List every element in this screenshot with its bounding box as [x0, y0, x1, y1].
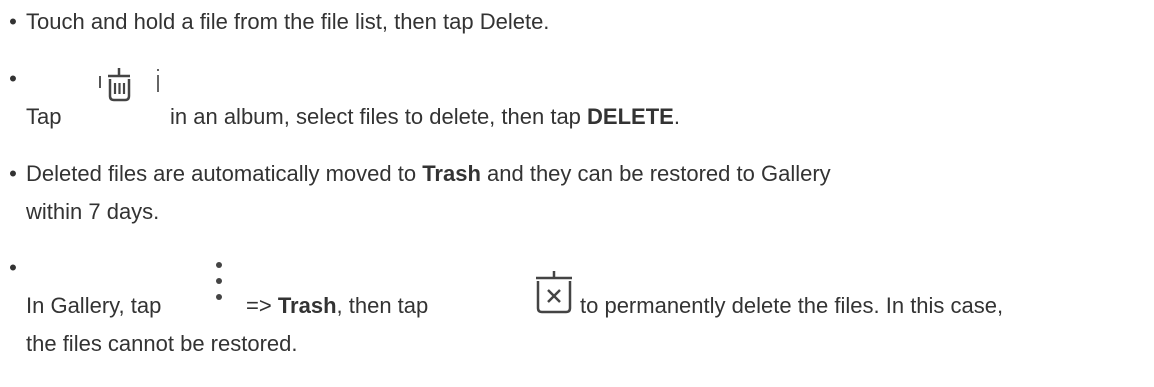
item-text: in an album, select files to delete, the…	[170, 104, 680, 129]
item-text: Deleted files are automatically moved to…	[26, 161, 831, 186]
more-vertical-icon	[212, 261, 226, 307]
delete-forever-icon	[532, 270, 578, 316]
bullet: •	[9, 161, 17, 186]
item-text-line2: within 7 days.	[26, 199, 160, 224]
item-text: => Trash, then tap	[246, 293, 429, 318]
item-text: Tap	[26, 104, 62, 129]
bullet: •	[9, 9, 17, 34]
trash-label: Trash	[277, 293, 337, 318]
bullet: •	[9, 66, 17, 91]
bullet: •	[9, 255, 17, 280]
item-text-line2: the files cannot be restored.	[26, 331, 298, 356]
trash-label: Trash	[422, 161, 481, 186]
delete-label: DELETE	[587, 104, 674, 129]
trash-icon	[94, 66, 164, 106]
item-text: to permanently delete the files. In this…	[580, 293, 1004, 318]
item-text: In Gallery, tap	[26, 293, 162, 318]
item-text: Touch and hold a file from the file list…	[26, 9, 550, 34]
document: • Touch and hold a file from the file li…	[0, 0, 1154, 387]
